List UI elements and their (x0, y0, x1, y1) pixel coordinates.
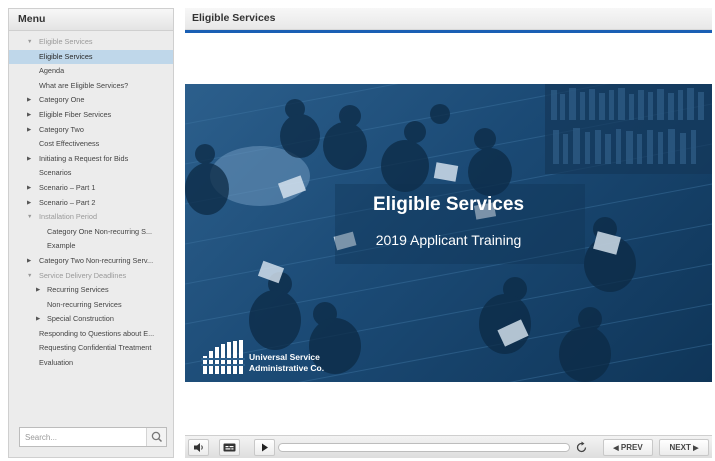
slide-title: Eligible Services (372, 194, 525, 215)
sidebar-item[interactable]: ▶ Scenario – Part 1 (9, 181, 173, 196)
usac-brand-text: Universal Service Administrative Co. (249, 352, 324, 373)
play-icon (262, 443, 268, 452)
play-button[interactable] (254, 439, 275, 456)
sidebar-item[interactable]: ▶ Eligible Fiber Services (9, 108, 173, 123)
sidebar-item-label: Non-recurring Services (47, 299, 122, 309)
menu-collapsed-icon[interactable]: ▶ (36, 283, 40, 298)
menu-collapsed-icon[interactable]: ▶ (27, 181, 31, 196)
menu-expanded-icon[interactable]: ▼ (27, 210, 32, 225)
progress-bar[interactable] (278, 443, 570, 452)
sidebar-item[interactable]: ▶ Special Construction (9, 312, 173, 327)
menu-collapsed-icon[interactable]: ▶ (27, 254, 31, 269)
sidebar-item[interactable]: ▶ Initiating a Request for Bids (9, 152, 173, 167)
sidebar-item[interactable]: Responding to Questions about E... (9, 327, 173, 342)
sidebar-item[interactable]: ▶ Category Two Non-recurring Serv... (9, 254, 173, 269)
menu-collapsed-icon[interactable]: ▶ (27, 152, 31, 167)
search-button[interactable] (146, 428, 166, 446)
sidebar-item-label: Scenarios (39, 168, 72, 178)
sidebar-item[interactable]: ▶ Category Two (9, 123, 173, 138)
sidebar-item-label: Installation Period (39, 212, 98, 222)
sidebar-item[interactable]: Scenarios (9, 166, 173, 181)
sidebar-item-label: What are Eligible Services? (39, 80, 129, 90)
title-accent-rule (185, 30, 712, 33)
menu-collapsed-icon[interactable]: ▶ (27, 196, 31, 211)
menu-collapsed-icon[interactable]: ▶ (36, 312, 40, 327)
volume-button[interactable] (188, 439, 209, 456)
sidebar-item[interactable]: ▼ Installation Period (9, 210, 173, 225)
chevron-right-icon: ▶ (693, 445, 699, 452)
menu-header: Menu (9, 9, 173, 31)
captions-button[interactable] (219, 439, 240, 456)
sidebar-item-label: Requesting Confidential Treatment (39, 343, 152, 353)
sidebar-item[interactable]: ▼ Eligible Services (9, 35, 173, 50)
menu-collapsed-icon[interactable]: ▶ (27, 123, 31, 138)
slide-canvas: Eligible Services 2019 Applicant Trainin… (185, 84, 712, 382)
sidebar-item-label: Example (47, 241, 76, 251)
search-input[interactable] (20, 428, 146, 446)
sidebar-item-label: Cost Effectiveness (39, 139, 100, 149)
sidebar-item-label: Agenda (39, 66, 65, 76)
sidebar-item-label: Category One (39, 95, 85, 105)
volume-icon (194, 443, 203, 452)
sidebar-item[interactable]: Evaluation (9, 356, 173, 371)
search-box (19, 427, 167, 447)
sidebar-item-label: Scenario – Part 1 (39, 182, 96, 192)
sidebar-item-label: Scenario – Part 2 (39, 197, 96, 207)
prev-label: PREV (620, 443, 643, 452)
menu-list: ▼ Eligible Services Eligible Services Agend… (9, 31, 173, 371)
sidebar-item[interactable]: Non-recurring Services (9, 298, 173, 313)
sidebar-item-label: Eligible Services (39, 37, 93, 46)
sidebar-item[interactable]: Agenda (9, 64, 173, 79)
search-icon (151, 431, 163, 443)
brand-line-1: Universal Service (249, 352, 320, 362)
sidebar-item[interactable]: What are Eligible Services? (9, 79, 173, 94)
sidebar-item[interactable]: ▶ Category One (9, 93, 173, 108)
sidebar-item-label: Eligible Services (39, 51, 93, 61)
sidebar-item[interactable]: ▶ Scenario – Part 2 (9, 196, 173, 211)
sidebar-item[interactable]: Category One Non-recurring S... (9, 225, 173, 240)
next-button[interactable]: NEXT ▶ (659, 439, 709, 456)
usac-logo-mark-icon (201, 340, 245, 374)
replay-icon (576, 441, 587, 453)
sidebar-item[interactable]: Eligible Services (9, 49, 173, 65)
sidebar-item-label: Recurring Services (47, 285, 109, 295)
sidebar-item-label: Category Two Non-recurring Serv... (39, 255, 154, 265)
chevron-left-icon: ◀ (613, 445, 619, 452)
replay-button[interactable] (573, 439, 591, 456)
title-bar: Eligible Services (185, 8, 712, 30)
sidebar-item[interactable]: Cost Effectiveness (9, 137, 173, 152)
usac-logo: Universal Service Administrative Co. (201, 338, 324, 381)
sidebar-item[interactable]: ▼ Service Delivery Deadlines (9, 269, 173, 284)
course-title: Eligible Services (192, 12, 276, 24)
player-main: Eligible Services Eligible Services 2019… (185, 8, 712, 458)
slide-subtitle: 2019 Applicant Training (375, 232, 522, 248)
sidebar-item-label: Category Two (39, 124, 84, 134)
prev-button[interactable]: ◀ PREV (603, 439, 653, 456)
sidebar-item-label: Initiating a Request for Bids (39, 153, 129, 163)
sidebar-item-label: Category One Non-recurring S... (47, 226, 153, 236)
sidebar-item[interactable]: Example (9, 239, 173, 254)
sidebar-item-label: Eligible Fiber Services (39, 109, 112, 119)
playback-controls: ◀ PREV NEXT ▶ (185, 435, 712, 458)
menu-expanded-icon[interactable]: ▼ (27, 269, 32, 284)
sidebar-item-label: Responding to Questions about E... (39, 328, 155, 338)
brand-line-2: Administrative Co. (249, 362, 325, 373)
sidebar-menu: Menu ▼ Eligible Services Eligible Services… (8, 8, 174, 458)
captions-icon (223, 443, 236, 452)
sidebar-item[interactable]: ▶ Recurring Services (9, 283, 173, 298)
sidebar-item-label: Special Construction (47, 314, 114, 324)
sidebar-item[interactable]: Requesting Confidential Treatment (9, 341, 173, 356)
sidebar-item-label: Service Delivery Deadlines (39, 270, 127, 280)
menu-collapsed-icon[interactable]: ▶ (27, 93, 31, 108)
sidebar-item-label: Evaluation (39, 358, 74, 368)
next-label: NEXT (669, 443, 691, 452)
menu-expanded-icon[interactable]: ▼ (27, 35, 32, 50)
menu-collapsed-icon[interactable]: ▶ (27, 108, 31, 123)
